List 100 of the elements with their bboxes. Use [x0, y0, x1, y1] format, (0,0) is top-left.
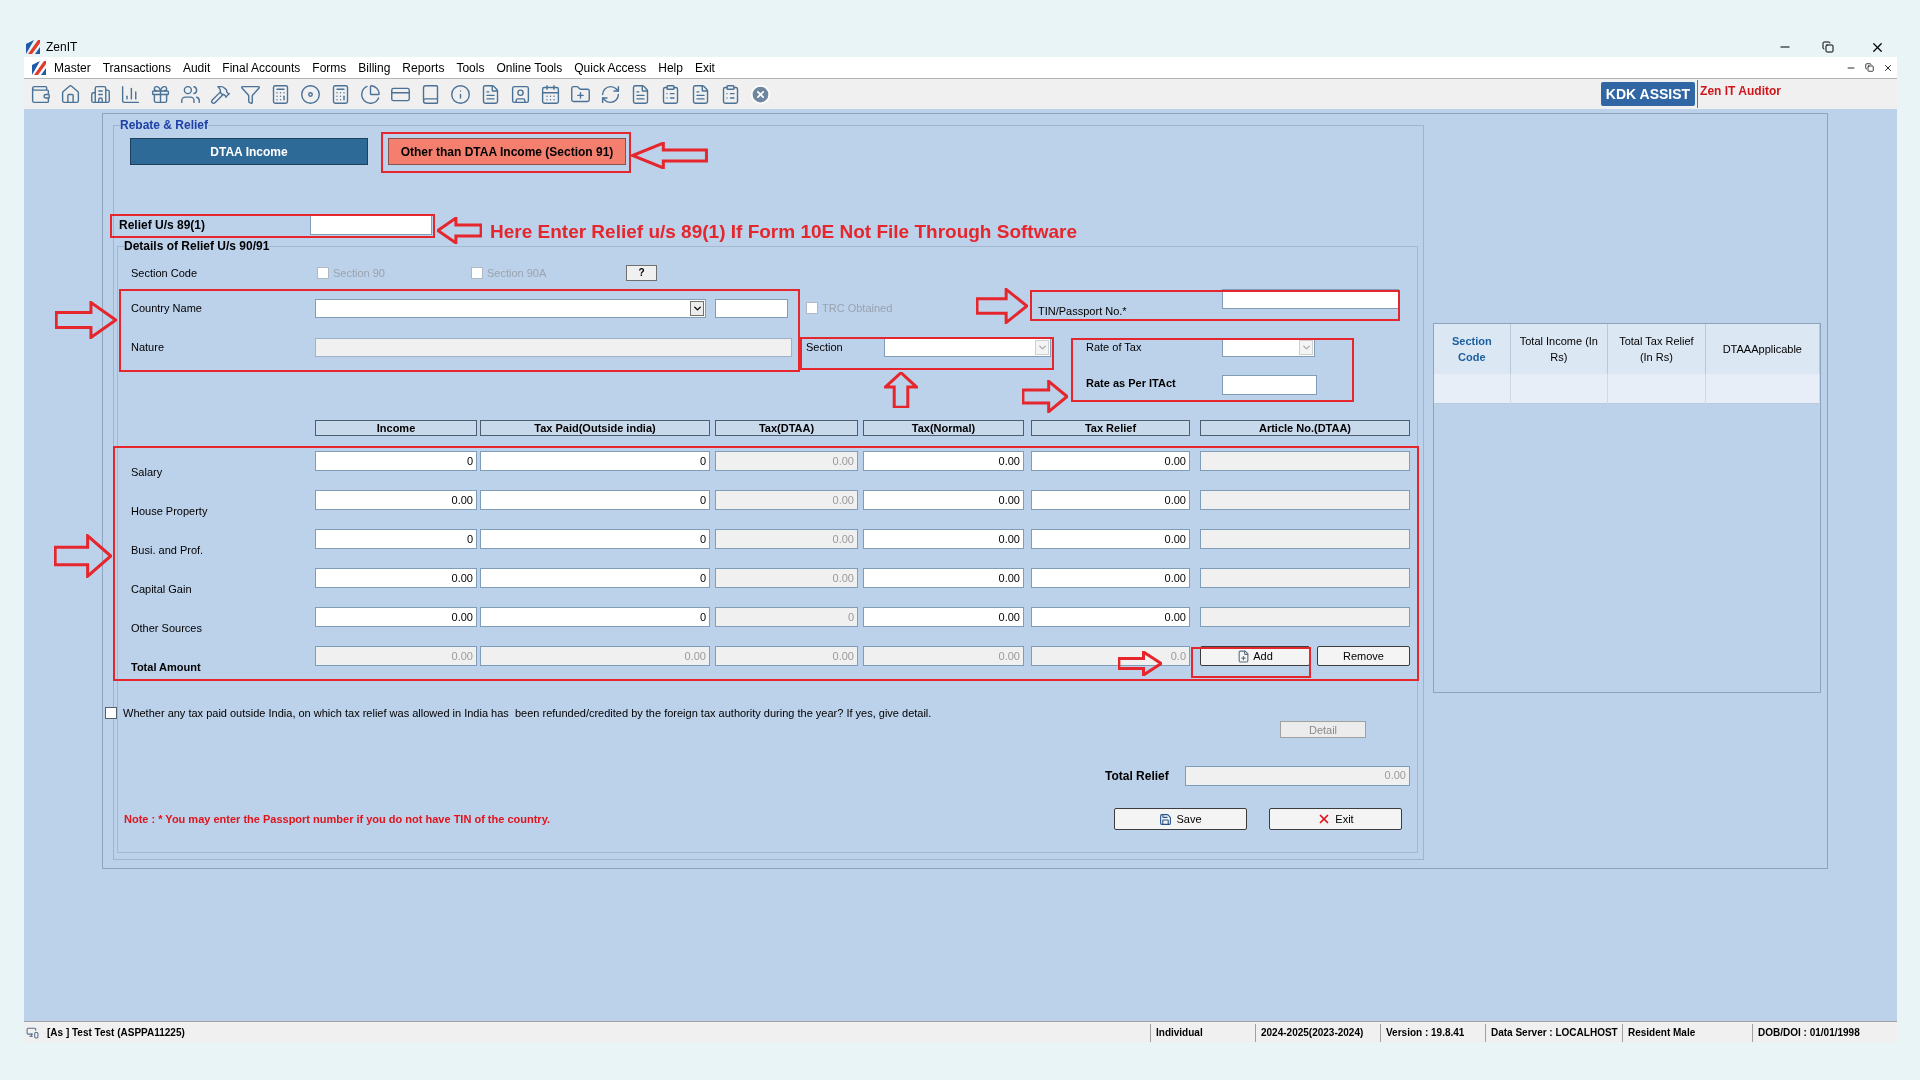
amount-field[interactable]: 0 — [315, 529, 477, 549]
amount-field[interactable]: 0.00 — [863, 529, 1024, 549]
amount-field[interactable]: 0.00 — [1031, 490, 1190, 510]
tab[interactable]: DTAA Income — [130, 138, 368, 165]
amount-field[interactable]: 0.00 — [1031, 607, 1190, 627]
calculator-icon[interactable] — [330, 83, 351, 105]
exit-button[interactable]: Exit — [1269, 808, 1402, 830]
group-title: Rebate & Relief — [120, 118, 209, 132]
amount-field: 0.00 — [715, 451, 858, 471]
amount-field[interactable]: 0.00 — [863, 490, 1024, 510]
file-plus-icon — [1237, 649, 1251, 663]
amount-field: 0.00 — [863, 646, 1024, 666]
menu-item[interactable]: Audit — [182, 58, 211, 77]
amount-field: 0.00 — [1185, 765, 1410, 786]
country-code-field[interactable] — [715, 298, 788, 318]
row-label: Other Sources — [131, 621, 203, 636]
amount-field[interactable]: 0.00 — [315, 490, 477, 510]
amount-field[interactable]: 0 — [315, 451, 477, 471]
building-icon[interactable] — [90, 83, 111, 105]
pie-chart-icon[interactable] — [360, 83, 381, 105]
amount-field[interactable]: 0 — [480, 529, 710, 549]
menu-item[interactable]: Exit — [694, 58, 715, 77]
user-card-icon[interactable] — [510, 83, 531, 105]
callout-arrow — [1118, 651, 1162, 676]
field-label: Relief U/s 89(1) — [118, 217, 207, 234]
amount-field[interactable]: 0.00 — [863, 568, 1024, 588]
refresh-icon[interactable] — [600, 83, 621, 105]
amount-field[interactable]: 0.00 — [315, 607, 477, 627]
calendar-icon[interactable] — [540, 83, 561, 105]
wallet-icon[interactable] — [30, 83, 51, 105]
row-label: Total Amount — [131, 660, 202, 675]
house-icon[interactable] — [60, 83, 81, 105]
menu-item[interactable]: Forms — [312, 58, 347, 77]
help-button[interactable]: ? — [626, 265, 657, 281]
disc-icon[interactable] — [300, 83, 321, 105]
document-icon[interactable] — [480, 83, 501, 105]
amount-field[interactable]: 0 — [480, 568, 710, 588]
amount-field: 0.0 — [1031, 646, 1190, 666]
rate-field[interactable] — [1222, 375, 1317, 395]
field-label: Section — [806, 339, 844, 355]
field-label: Nature — [131, 339, 166, 355]
amount-field[interactable]: 0 — [480, 607, 710, 627]
amount-field[interactable]: 0.00 — [315, 568, 477, 588]
amount-field: 0.00 — [480, 646, 710, 666]
save-icon — [1159, 812, 1173, 826]
filter-icon[interactable] — [240, 83, 261, 105]
field-label: Total Relief — [1105, 767, 1170, 785]
menu-item[interactable]: Online Tools — [496, 58, 563, 77]
remove-button[interactable]: Remove — [1316, 646, 1410, 666]
clipboard-icon[interactable] — [720, 83, 741, 105]
menu-item[interactable]: Reports — [402, 58, 445, 77]
gift-icon[interactable] — [150, 83, 171, 105]
amount-field[interactable]: 0.00 — [863, 607, 1024, 627]
row-label: Busi. and Prof. — [131, 543, 205, 558]
book-icon[interactable] — [420, 83, 441, 105]
relief-field[interactable] — [310, 215, 432, 235]
menu-item[interactable]: Quick Access — [574, 58, 647, 77]
dropdown[interactable] — [315, 298, 706, 318]
amount-field[interactable]: 0 — [480, 451, 710, 471]
amount-field[interactable]: 0.00 — [1031, 568, 1190, 588]
add-button[interactable]: Add — [1200, 646, 1310, 666]
document-icon[interactable] — [630, 83, 651, 105]
menu-item[interactable]: Billing — [358, 58, 391, 77]
checkbox[interactable] — [105, 707, 117, 719]
field-label: TIN/Passport No.* — [1038, 303, 1128, 319]
document-icon[interactable] — [690, 83, 711, 105]
column-header: Tax(Normal) — [863, 420, 1024, 436]
close-circle-icon[interactable] — [750, 83, 771, 105]
hammer-icon[interactable] — [210, 83, 231, 105]
restore-icon[interactable] — [1865, 63, 1874, 72]
menu-item[interactable]: Master — [54, 58, 91, 77]
amount-field: 0.00 — [715, 568, 858, 588]
calculator-icon[interactable] — [270, 83, 291, 105]
amount-field[interactable]: 0.00 — [863, 451, 1024, 471]
checkbox-label: Section 90A — [487, 265, 547, 281]
menu-item[interactable]: Tools — [456, 58, 485, 77]
amount-field: 0.00 — [315, 646, 477, 666]
save-button[interactable]: Save — [1114, 808, 1247, 830]
amount-field[interactable]: 0.00 — [1031, 529, 1190, 549]
clipboard-icon[interactable] — [660, 83, 681, 105]
restore-icon[interactable] — [1822, 41, 1834, 53]
status-item: Data Server : LOCALHOST — [1485, 1023, 1622, 1042]
tab[interactable]: Other than DTAA Income (Section 91) — [388, 138, 626, 165]
amount-field[interactable]: 0 — [480, 490, 710, 510]
status-item: Resident Male — [1622, 1023, 1752, 1042]
menu-item[interactable]: Help — [658, 58, 683, 77]
bar-chart-icon[interactable] — [120, 83, 141, 105]
assist-button[interactable]: KDK ASSIST — [1600, 82, 1696, 106]
callout-arrow — [55, 301, 117, 339]
folder-plus-icon[interactable] — [570, 83, 591, 105]
menu-item[interactable]: Final Accounts — [222, 58, 301, 77]
column-header: Tax Relief — [1031, 420, 1190, 436]
users-icon[interactable] — [180, 83, 201, 105]
callout-arrow — [437, 217, 482, 244]
close-icon[interactable] — [1883, 62, 1893, 73]
info-icon[interactable] — [450, 83, 471, 105]
menu-item[interactable]: Transactions — [102, 58, 171, 77]
amount-field[interactable]: 0.00 — [1031, 451, 1190, 471]
checkbox-label: TRC Obtained — [822, 300, 893, 316]
callout-arrow — [1022, 380, 1068, 413]
